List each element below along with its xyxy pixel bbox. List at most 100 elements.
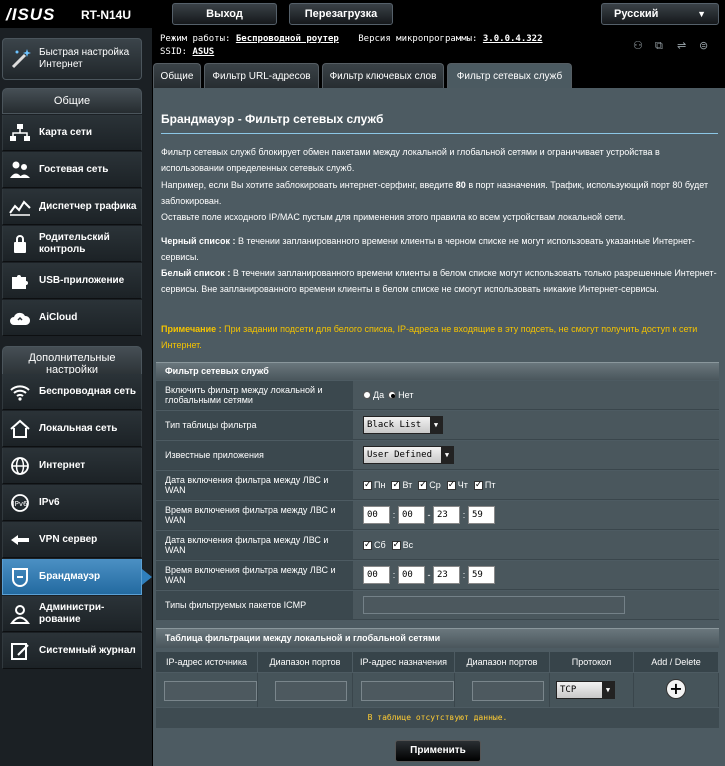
weekend-start-minute-input[interactable]: 00 <box>398 566 425 584</box>
model-name: RT-N14U <box>81 8 132 22</box>
weekend-start-hour-input[interactable]: 00 <box>363 566 390 584</box>
enable-yes-label: Да <box>373 390 385 400</box>
apply-button[interactable]: Применить <box>395 740 481 762</box>
main-panel: Брандмауэр - Фильтр сетевых служб Фильтр… <box>153 88 725 766</box>
sidebar-item-aicloud[interactable]: AiCloud <box>2 300 142 336</box>
weekend-end-hour-input[interactable]: 23 <box>433 566 460 584</box>
sidebar-item-label: IPv6 <box>39 497 60 508</box>
sidebar-item-ipv6[interactable]: IPv6 IPv6 <box>2 485 142 521</box>
chevron-down-icon: ▼ <box>602 682 614 698</box>
weekend-sun-checkbox[interactable] <box>391 539 401 550</box>
puzzle-icon <box>12 275 28 289</box>
col-dest-ports: Диапазон портов <box>455 652 550 672</box>
add-rule-button[interactable]: + <box>666 679 686 699</box>
wifi-status-icon[interactable]: ⊜ <box>699 40 713 52</box>
weekend-sat-checkbox[interactable] <box>363 539 372 550</box>
firmware-link[interactable]: 3.0.0.4.322 <box>483 34 543 44</box>
tab-keyword-filter[interactable]: Фильтр ключевых слов <box>322 63 444 89</box>
vpn-icon <box>11 535 29 545</box>
quick-setup-label: Быстрая настройка Интернет <box>39 47 130 70</box>
description-p2: Например, если Вы хотите заблокировать и… <box>161 180 709 206</box>
mode-link[interactable]: Беспроводной роутер <box>236 34 339 44</box>
sidebar-item-label: Карта сети <box>39 127 93 138</box>
sidebar-item-traffic-manager[interactable]: Диспетчер трафика <box>2 189 142 225</box>
sidebar-item-syslog[interactable]: Системный журнал <box>2 633 142 669</box>
weekday-end-minute-input[interactable]: 59 <box>468 506 495 524</box>
ssid-link[interactable]: ASUS <box>193 47 215 57</box>
source-port-input[interactable] <box>275 681 347 701</box>
source-ip-input[interactable] <box>164 681 257 701</box>
weekday-tue-checkbox[interactable] <box>391 479 401 490</box>
tab-network-services-filter[interactable]: Фильтр сетевых служб <box>447 63 572 89</box>
weekday-start-hour-input[interactable]: 00 <box>363 506 390 524</box>
usb-icon[interactable]: ⇌ <box>677 40 691 52</box>
network-map-icon <box>10 124 30 141</box>
weekend-end-minute-input[interactable]: 59 <box>468 566 495 584</box>
firmware-label: Версия микропрограммы: <box>358 34 478 44</box>
logout-button[interactable]: Выход <box>172 3 277 25</box>
weekday-row: Дата включения фильтра между ЛВС и WAN П… <box>156 471 719 500</box>
sidebar-item-vpn[interactable]: VPN сервер <box>2 522 142 558</box>
asus-logo: /ISUS <box>6 5 56 24</box>
dest-ip-input[interactable] <box>361 681 454 701</box>
firewall-icon <box>12 568 28 587</box>
filter-type-label: Тип таблицы фильтра <box>156 411 353 439</box>
dest-port-input[interactable] <box>472 681 544 701</box>
col-source-ports: Диапазон портов <box>258 652 353 672</box>
reboot-button[interactable]: Перезагрузка <box>289 3 393 25</box>
title-divider <box>161 133 718 134</box>
ipv6-icon: IPv6 <box>11 494 29 512</box>
sidebar-item-wireless[interactable]: Беспроводная сеть <box>2 374 142 410</box>
weekday-wed-checkbox[interactable] <box>418 479 428 490</box>
sidebar-item-network-map[interactable]: Карта сети <box>2 115 142 151</box>
weekday-thu-checkbox[interactable] <box>446 479 456 490</box>
magic-wand-icon <box>11 49 31 69</box>
sidebar-item-lan[interactable]: Локальная сеть <box>2 411 142 447</box>
language-select[interactable]: Русский ▼ <box>601 3 719 25</box>
icmp-input[interactable] <box>363 596 625 614</box>
protocol-select[interactable]: TCP ▼ <box>556 681 615 699</box>
sidebar-item-firewall[interactable]: Брандмауэр <box>2 559 152 595</box>
enable-yes-radio[interactable] <box>363 391 371 399</box>
weekday-time-row: Время включения фильтра между ЛВС и WAN … <box>156 501 719 530</box>
sidebar-item-label: VPN сервер <box>39 534 98 545</box>
sidebar-item-administration[interactable]: Администри-рование <box>2 596 142 632</box>
tab-url-filter[interactable]: Фильтр URL-адресов <box>204 63 319 89</box>
col-dest-ip: IP-адрес назначения <box>353 652 455 672</box>
chevron-down-icon: ▼ <box>430 417 442 433</box>
sidebar: Быстрая настройка Интернет Общие Карта с… <box>0 28 152 766</box>
weekday-time-label: Время включения фильтра между ЛВС и WAN <box>156 501 353 529</box>
cloud-icon <box>10 312 31 325</box>
sidebar-item-label: USB-приложение <box>39 275 125 286</box>
filter-type-select[interactable]: Black List ▼ <box>363 416 443 434</box>
sidebar-item-label: Диспетчер трафика <box>39 201 137 212</box>
sidebar-item-wan[interactable]: Интернет <box>2 448 142 484</box>
sidebar-item-parental-control[interactable]: Родительский контроль <box>2 226 142 262</box>
page-title: Брандмауэр - Фильтр сетевых служб <box>161 112 384 126</box>
sidebar-item-label: Системный журнал <box>39 645 136 656</box>
top-bar: /ISUS RT-N14U Выход Перезагрузка Русский… <box>0 0 725 28</box>
chevron-down-icon: ▼ <box>441 447 453 463</box>
known-apps-select[interactable]: User Defined ▼ <box>363 446 454 464</box>
sidebar-item-label: Гостевая сеть <box>39 164 109 175</box>
sidebar-item-guest-network[interactable]: Гостевая сеть <box>2 152 142 188</box>
weekday-mon-checkbox[interactable] <box>363 479 372 490</box>
weekday-fri-checkbox[interactable] <box>473 479 483 490</box>
weekend-label: Дата включения фильтра между ЛВС и WAN <box>156 531 353 559</box>
enable-no-radio[interactable] <box>388 391 397 399</box>
home-icon <box>10 419 30 438</box>
tab-general[interactable]: Общие <box>153 63 201 89</box>
icmp-label: Типы фильтруемых пакетов ICMP <box>156 591 353 619</box>
lock-icon <box>14 235 26 253</box>
weekday-start-minute-input[interactable]: 00 <box>398 506 425 524</box>
col-protocol: Протокол <box>550 652 634 672</box>
quick-setup-button[interactable]: Быстрая настройка Интернет <box>2 38 142 80</box>
weekday-label: Дата включения фильтра между ЛВС и WAN <box>156 471 353 499</box>
printer-icon[interactable]: ⧉ <box>655 40 669 52</box>
weekday-end-hour-input[interactable]: 23 <box>433 506 460 524</box>
col-add-delete: Add / Delete <box>634 652 719 672</box>
sidebar-item-usb-app[interactable]: USB-приложение <box>2 263 142 299</box>
clients-icon[interactable]: ⚇ <box>633 40 647 52</box>
traffic-manager-icon <box>9 200 31 216</box>
log-icon <box>11 643 29 660</box>
